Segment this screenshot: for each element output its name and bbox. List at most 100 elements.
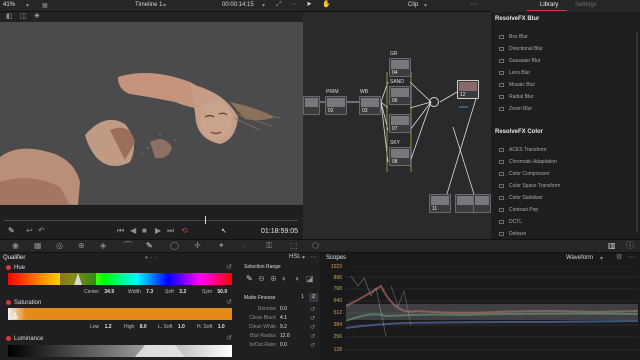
node-12[interactable]: 12	[457, 80, 479, 99]
sat-high[interactable]: High 8.0	[124, 324, 147, 330]
key-icon[interactable]: ⚿	[266, 242, 272, 250]
mode-select[interactable]: HSL	[289, 254, 301, 260]
fx-item[interactable]: Mosaic Blur	[499, 82, 535, 88]
hue-soft[interactable]: Soft 3.2	[165, 289, 186, 295]
section-resolvefx-color[interactable]: ResolveFX Color	[495, 129, 543, 135]
fx-item[interactable]: Dehaze	[499, 231, 526, 237]
split-icon[interactable]: ◫	[20, 13, 27, 21]
window-icon[interactable]: ◯	[170, 242, 179, 250]
sizing-icon[interactable]: ⬚	[290, 242, 298, 250]
fx-item[interactable]: DCTL	[499, 219, 522, 225]
library-scrollbar[interactable]	[636, 32, 638, 232]
play-icon[interactable]: ▶	[155, 227, 161, 235]
stop-icon[interactable]: ■	[142, 227, 147, 235]
matte-clean-white-row[interactable]: Clean White 9.2 ↺	[240, 324, 320, 333]
reset-icon[interactable]: ↺	[310, 342, 315, 350]
chevron-down-icon[interactable]: ▾	[262, 2, 265, 10]
scope-type-select[interactable]: Waveform	[566, 255, 593, 261]
fx-item[interactable]: Radial Blur	[499, 94, 533, 100]
fx-item[interactable]: Directional Blur	[499, 46, 543, 52]
hue-gradient-bar[interactable]	[8, 273, 232, 285]
sat-low[interactable]: Low 1.2	[90, 324, 112, 330]
skip-end-icon[interactable]: ⏭	[167, 227, 174, 235]
magic-mask-icon[interactable]: ✦	[218, 242, 225, 250]
matte-clean-black-row[interactable]: Clean Black 4.1 ↺	[240, 315, 320, 324]
camera-raw-icon[interactable]: ◉	[12, 242, 19, 250]
reset-icon[interactable]: ↺	[310, 324, 315, 332]
node-sky[interactable]: SKY 08	[389, 140, 411, 166]
color-wheels-icon[interactable]: ◎	[56, 242, 63, 250]
pointer-icon[interactable]: ➤	[306, 1, 312, 9]
highlight-icon[interactable]: ✳	[34, 13, 40, 21]
reset-icon[interactable]: ↺	[226, 299, 232, 307]
fx-item[interactable]: Zoom Blur	[499, 106, 532, 112]
parallel-mixer-node[interactable]	[429, 97, 439, 107]
invert-icon[interactable]: ◪	[306, 275, 314, 283]
node-sand[interactable]: SAND 06	[389, 79, 411, 105]
reset-icon[interactable]: ↺	[226, 264, 232, 272]
luminance-enable-dot[interactable]	[6, 336, 11, 341]
options-icon[interactable]: ⋯	[310, 254, 317, 262]
node-11[interactable]: 11	[429, 194, 451, 213]
chevron-down-icon[interactable]: ▾	[163, 2, 166, 10]
reset-icon[interactable]: ↺	[310, 315, 315, 323]
hue-enable-dot[interactable]	[6, 265, 11, 270]
options-icon[interactable]: ⋯	[628, 254, 635, 262]
node-editor[interactable]: PRIM 02 WB 03 GR 04 SAND 06 07 SKY 08 12…	[303, 12, 491, 239]
scopes-icon[interactable]: ▥	[608, 242, 616, 250]
pen-icon[interactable]: ✎	[8, 227, 15, 235]
hand-icon[interactable]: ✋	[322, 1, 331, 9]
reset-icon[interactable]: ↺	[310, 306, 315, 314]
clip-mode[interactable]: Clip	[408, 2, 418, 8]
timeline-name[interactable]: Timeline 1	[135, 2, 162, 8]
reset-icon[interactable]: ↺	[226, 335, 232, 343]
tracker-icon[interactable]: ✛	[194, 242, 201, 250]
loop-icon[interactable]: ⟲	[181, 227, 188, 235]
eyedropper-icon[interactable]: ✎	[246, 275, 253, 283]
chevron-down-icon[interactable]: ▾	[302, 254, 305, 262]
saturation-enable-dot[interactable]	[6, 300, 11, 305]
video-viewer[interactable]	[0, 22, 303, 205]
curves-icon[interactable]: ⌒	[124, 242, 132, 250]
3d-icon[interactable]: ⬡	[312, 242, 319, 250]
hue-width[interactable]: Width 7.3	[128, 289, 153, 295]
color-match-icon[interactable]: ▦	[34, 242, 42, 250]
scope-settings-icon[interactable]: ⚙	[616, 254, 622, 262]
luminance-bar[interactable]	[8, 345, 232, 357]
matte-in-out-ratio-row[interactable]: In/Out Ratio 0.0 ↺	[240, 342, 320, 351]
node-gr[interactable]: GR 04	[389, 51, 411, 77]
sat-hsoft[interactable]: H. Soft 1.0	[197, 324, 225, 330]
fx-item[interactable]: Contrast Pop	[499, 207, 538, 213]
wipe-icon[interactable]: ◧	[6, 13, 13, 21]
playhead[interactable]	[205, 216, 206, 224]
eyedropper-minus-icon[interactable]: ⊖	[258, 275, 265, 283]
arrow-icon[interactable]: ↩	[26, 227, 33, 235]
page-dots[interactable]: • ∙ ∙	[145, 253, 157, 262]
chevron-down-icon[interactable]: ▾	[26, 2, 29, 10]
hue-center[interactable]: Center 34.9	[84, 289, 114, 295]
tab-settings[interactable]: Settings	[575, 2, 597, 8]
fx-item[interactable]: Box Blur	[499, 34, 528, 40]
fit-icon[interactable]: ⤢	[276, 1, 282, 9]
matte-page-2[interactable]: 2	[309, 293, 318, 302]
section-resolvefx-blur[interactable]: ResolveFX Blur	[495, 16, 539, 22]
blur-icon[interactable]: ◌	[242, 242, 247, 250]
sat-lsoft[interactable]: L. Soft 1.0	[158, 324, 185, 330]
hue-sym[interactable]: Sym 50.0	[202, 289, 227, 295]
saturation-bar[interactable]	[8, 308, 232, 320]
skip-start-icon[interactable]: ⏮	[117, 227, 124, 235]
motion-effects-icon[interactable]: ◈	[100, 242, 106, 250]
reset-icon[interactable]: ↺	[310, 333, 315, 341]
matte-page-1[interactable]: 1	[298, 293, 307, 302]
tab-library[interactable]: Library	[540, 2, 558, 8]
softness-plus-icon[interactable]: ◑	[294, 275, 299, 283]
options-icon[interactable]: ⋯	[470, 1, 477, 9]
node-07[interactable]: 07	[389, 114, 411, 133]
softness-minus-icon[interactable]: ◐	[282, 275, 287, 283]
fx-item[interactable]: Color Space Transform	[499, 183, 560, 189]
eyedropper-plus-icon[interactable]: ⊕	[270, 275, 277, 283]
grid-icon[interactable]: ▦	[42, 2, 48, 10]
fx-item[interactable]: Gaussian Blur	[499, 58, 540, 64]
rgb-mixer-icon[interactable]: ⊕	[78, 242, 85, 250]
info-icon[interactable]: ⓘ	[626, 242, 634, 250]
